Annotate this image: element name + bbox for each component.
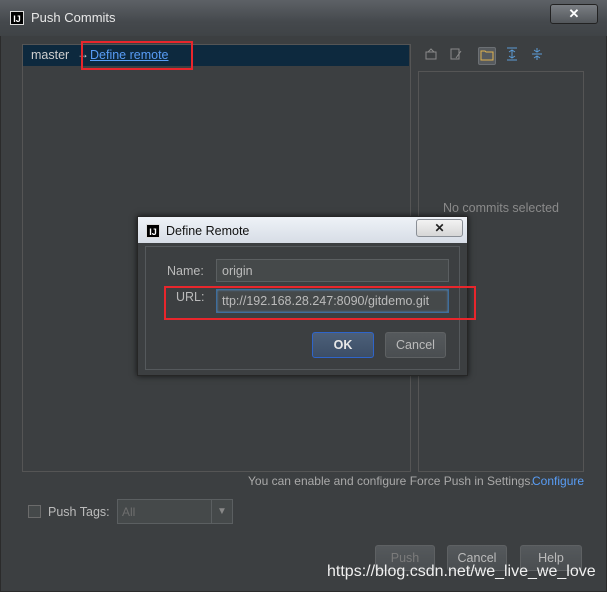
watermark: https://blog.csdn.net/we_live_we_love	[327, 563, 596, 580]
dialog-cancel-button[interactable]: Cancel	[385, 332, 446, 358]
configure-link[interactable]: Configure	[532, 474, 584, 488]
chevron-down-icon[interactable]: ▼	[211, 500, 232, 523]
annotation-highlight-box	[164, 286, 476, 320]
push-tags-checkbox[interactable]	[28, 505, 41, 518]
annotation-highlight-box	[81, 41, 193, 70]
ok-button[interactable]: OK	[312, 332, 374, 358]
window-close-button[interactable]: ✕	[550, 4, 598, 24]
cloud-icon[interactable]	[422, 47, 440, 65]
force-push-note: You can enable and configure Force Push …	[248, 474, 534, 488]
intellij-logo-icon: IJ	[10, 11, 24, 25]
name-label: Name:	[167, 264, 204, 278]
edit-icon[interactable]	[447, 47, 465, 65]
push-tags-value: All	[122, 505, 136, 519]
expand-icon[interactable]	[503, 47, 521, 65]
intellij-logo-icon: IJ	[146, 224, 160, 238]
dialog-close-button[interactable]: ✕	[416, 219, 463, 237]
name-input-value: origin	[222, 264, 253, 278]
dialog-title: Define Remote	[166, 224, 250, 238]
push-tags-label: Push Tags:	[48, 505, 110, 519]
branch-name: master	[31, 48, 70, 62]
collapse-icon[interactable]	[528, 47, 546, 65]
no-commits-text: No commits selected	[442, 201, 559, 215]
folder-icon[interactable]	[478, 47, 496, 65]
window-title: Push Commits	[31, 10, 116, 25]
